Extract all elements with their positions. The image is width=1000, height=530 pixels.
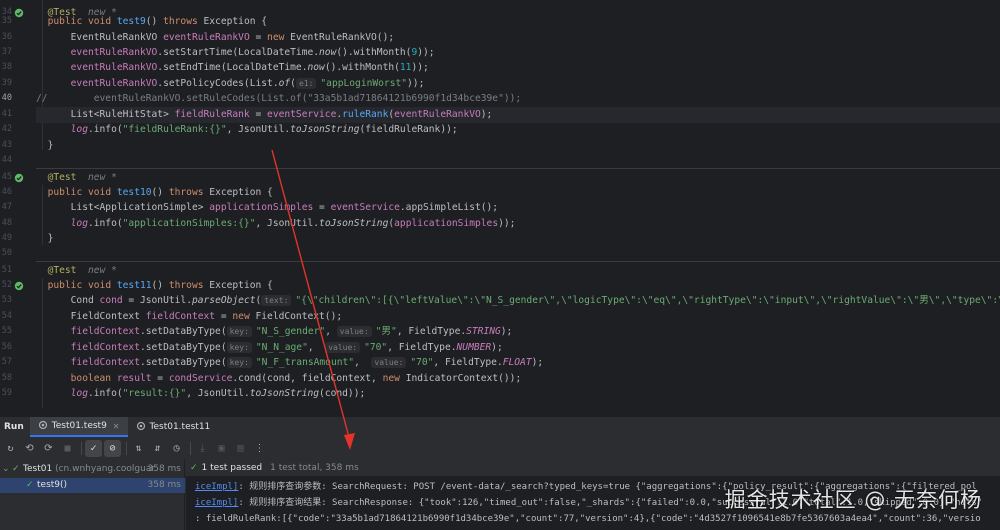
line-number: 52 xyxy=(1,280,12,290)
code-line-39-comment[interactable]: // eventRuleRankVO.setRuleCodes(List.of(… xyxy=(36,91,1000,107)
console-class-link[interactable]: iceImpl] xyxy=(195,482,238,492)
run-test-icon[interactable] xyxy=(14,173,24,183)
line-number: 50 xyxy=(1,248,12,258)
code-line-46[interactable]: List<ApplicationSimple> applicationSimpl… xyxy=(36,200,1000,216)
run-test-icon[interactable] xyxy=(14,281,24,291)
code-line-59[interactable]: log.info("result:{}", JsonUtil.toJsonStr… xyxy=(36,386,1000,402)
line-number: 59 xyxy=(1,388,12,398)
import-tests-icon[interactable]: ⤓ xyxy=(194,440,211,457)
code-editor[interactable]: 34 35 36 37 38 39 40 41 42 43 44 45 46 47 48 49 50 51 52 53… xyxy=(0,0,1000,416)
code-line-57[interactable]: fieldContext.setDataByType(key: "N_F_tran… xyxy=(36,355,1000,371)
test-results-tree[interactable]: ⌄ ✓ Test01 (cn.wnhyang.coolguar 358 ms ✓… xyxy=(0,459,185,530)
sort-duration-icon[interactable]: ⇵ xyxy=(149,440,166,457)
test-node-test9[interactable]: ✓ test9() 358 ms xyxy=(0,478,185,493)
line-number: 51 xyxy=(1,265,12,275)
run-window-title: Run xyxy=(4,422,24,432)
method-name-test11: test11 xyxy=(116,280,152,291)
chevron-down-icon[interactable]: ⌄ xyxy=(2,462,10,477)
param-hint: e1: xyxy=(295,78,317,89)
code-line-test11-signature[interactable]: public void test11() throws Exception { xyxy=(36,278,1000,294)
code-line-35[interactable]: EventRuleRankVO eventRuleRankVO = new Ev… xyxy=(36,30,1000,46)
rerun-failed-icon[interactable]: ⟲ xyxy=(21,440,38,457)
line-number: 35 xyxy=(1,16,12,26)
line-number: 48 xyxy=(1,218,12,228)
coverage-icon[interactable]: ▤ xyxy=(232,440,249,457)
line-number: 36 xyxy=(1,32,12,42)
method-name-test9: test9 xyxy=(116,16,146,27)
code-line-44[interactable]: @Test new * xyxy=(36,170,1000,186)
tab-test01-test9[interactable]: Test01.test9 ✕ xyxy=(29,417,128,437)
test-config-icon xyxy=(136,421,146,434)
more-options-icon[interactable]: ⋮ xyxy=(251,440,268,457)
code-line-58[interactable]: boolean result = condService.cond(cond, … xyxy=(36,371,1000,387)
run-test-icon[interactable] xyxy=(14,8,24,18)
method-separator-2 xyxy=(36,261,1000,262)
method-name-test10: test10 xyxy=(116,187,152,198)
code-line-40-current[interactable]: List<RuleHitStat> fieldRuleRank = eventS… xyxy=(36,107,1000,123)
line-number: 55 xyxy=(1,326,12,336)
line-number: 56 xyxy=(1,342,12,352)
console-line: : fieldRuleRank:[{"code":"33a5b1ad718641… xyxy=(195,514,981,524)
close-icon[interactable]: ✕ xyxy=(113,422,120,431)
code-line-test9-signature[interactable]: public void test9() throws Exception { xyxy=(36,14,1000,30)
export-tests-icon[interactable]: ▣ xyxy=(213,440,230,457)
show-ignored-icon[interactable]: ⊘ xyxy=(104,439,121,457)
line-number: 42 xyxy=(1,124,12,134)
editor-gutter: 34 35 36 37 38 39 40 41 42 43 44 45 46 47 48 49 50 51 52 53… xyxy=(0,0,36,416)
passed-check-icon: ✓ xyxy=(190,462,198,473)
code-line-48[interactable]: } xyxy=(36,231,1000,247)
line-number: 58 xyxy=(1,373,12,383)
watermark: 掘金技术社区 @ 无奈何杨 xyxy=(724,488,982,512)
line-number: 53 xyxy=(1,295,12,305)
line-number: 38 xyxy=(1,62,12,72)
run-tab-bar: Run Test01.test9 ✕ Test01.test11 xyxy=(0,417,1000,437)
code-line-42[interactable]: } xyxy=(36,138,1000,154)
code-line-51[interactable]: @Test new * xyxy=(36,263,1000,279)
code-line-38[interactable]: eventRuleRankVO.setPolicyCodes(List.of(e… xyxy=(36,76,1000,92)
line-number: 47 xyxy=(1,202,12,212)
show-passed-icon[interactable]: ✓ xyxy=(85,439,102,457)
test-config-icon xyxy=(38,420,48,433)
line-number: 37 xyxy=(1,47,12,57)
code-line-53[interactable]: Cond cond = JsonUtil.parseObject(text: "{… xyxy=(36,293,1000,309)
line-number: 49 xyxy=(1,233,12,243)
line-number: 46 xyxy=(1,187,12,197)
line-number: 57 xyxy=(1,357,12,367)
tab-test01-test11[interactable]: Test01.test11 xyxy=(128,417,219,437)
code-line-47[interactable]: log.info("applicationSimples:{}", JsonUt… xyxy=(36,216,1000,232)
line-number: 39 xyxy=(1,78,12,88)
toggle-auto-test-icon[interactable]: ⟳ xyxy=(40,440,57,457)
line-number: 40 xyxy=(1,93,12,103)
code-area[interactable]: @Test new * public void test9() throws E… xyxy=(36,0,1000,416)
history-icon[interactable]: ◷ xyxy=(168,440,185,457)
sort-alpha-icon[interactable]: ⇅ xyxy=(130,440,147,457)
code-line-54[interactable]: FieldContext fieldContext = new FieldCon… xyxy=(36,309,1000,325)
code-line-56[interactable]: fieldContext.setDataByType(key: "N_N_age"… xyxy=(36,340,1000,356)
line-number: 43 xyxy=(1,140,12,150)
code-line-36[interactable]: eventRuleRankVO.setStartTime(LocalDateTi… xyxy=(36,45,1000,61)
code-line-41[interactable]: log.info("fieldRuleRank:{}", JsonUtil.to… xyxy=(36,122,1000,138)
method-separator xyxy=(36,168,1000,169)
code-line-37[interactable]: eventRuleRankVO.setEndTime(LocalDateTime… xyxy=(36,60,1000,76)
rerun-icon[interactable]: ↻ xyxy=(2,440,19,457)
passed-check-icon: ✓ xyxy=(12,464,20,474)
code-line-55[interactable]: fieldContext.setDataByType(key: "N_S_gend… xyxy=(36,324,1000,340)
line-number: 44 xyxy=(1,155,12,165)
console-class-link[interactable]: iceImpl] xyxy=(195,498,238,508)
run-toolbar: ↻ ⟲ ⟳ ■ ✓ ⊘ ⇅ ⇵ ◷ ⤓ ▣ ▤ ⋮ xyxy=(0,438,1000,458)
stop-icon[interactable]: ■ xyxy=(59,440,76,457)
line-number: 54 xyxy=(1,311,12,321)
line-number: 41 xyxy=(1,109,12,119)
test-node-test01[interactable]: ⌄ ✓ Test01 (cn.wnhyang.coolguar 358 ms xyxy=(0,462,185,477)
test-status-bar: ✓ 1 test passed 1 test total, 358 ms xyxy=(186,459,1000,476)
passed-check-icon: ✓ xyxy=(26,480,34,490)
code-line-test10-signature[interactable]: public void test10() throws Exception { xyxy=(36,185,1000,201)
line-number: 45 xyxy=(1,172,12,182)
